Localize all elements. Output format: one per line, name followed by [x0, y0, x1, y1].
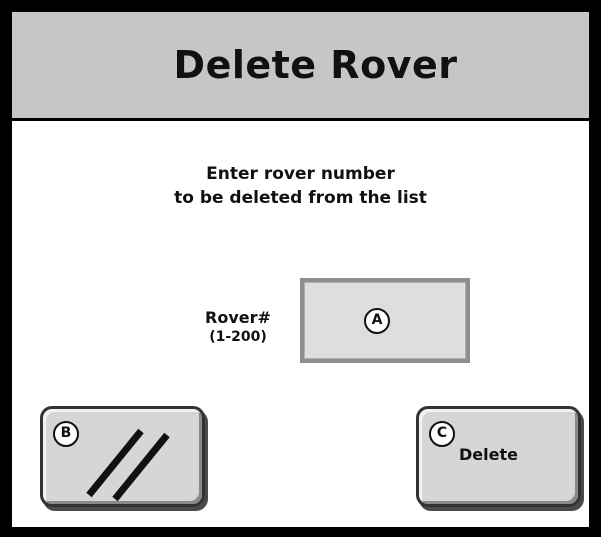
title-bar: Delete Rover: [12, 12, 589, 121]
callout-badge-c: C: [429, 421, 455, 447]
rover-number-input[interactable]: A: [300, 278, 470, 363]
rover-label-text: Rover#: [205, 308, 271, 327]
callout-badge-a: A: [364, 308, 390, 334]
double-slash-clear-icon: [86, 428, 170, 502]
instructions: Enter rover number to be deleted from th…: [12, 162, 589, 210]
instructions-line-1: Enter rover number: [206, 164, 395, 184]
clear-button[interactable]: B: [40, 406, 205, 507]
rover-range-hint: (1-200): [209, 329, 267, 345]
dialog-frame: Delete Rover Enter rover number to be de…: [0, 0, 601, 537]
instructions-line-2: to be deleted from the list: [174, 188, 427, 208]
page-title: Delete Rover: [173, 43, 458, 87]
delete-button-label: Delete: [459, 445, 518, 464]
delete-button[interactable]: C Delete: [416, 406, 581, 507]
rover-number-label: Rover# (1-200): [190, 308, 286, 346]
callout-badge-b: B: [53, 421, 79, 447]
